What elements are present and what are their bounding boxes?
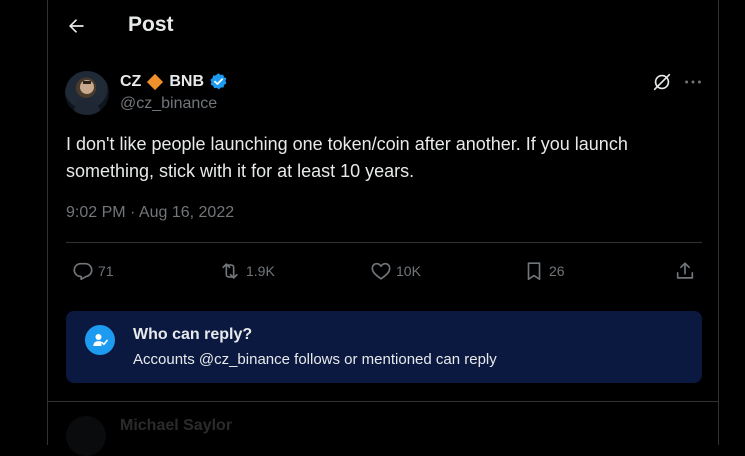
- avatar-portrait: [73, 80, 101, 115]
- divider: [66, 242, 702, 243]
- post-column: Post CZ BNB @cz_binance I don't like peo…: [47, 0, 719, 456]
- reply-restriction-title: Who can reply?: [133, 326, 253, 343]
- bookmark-button[interactable]: 26: [523, 258, 565, 284]
- author-name-suffix[interactable]: BNB: [169, 73, 204, 91]
- reply-count: 71: [98, 263, 114, 279]
- page-title: Post: [128, 13, 174, 36]
- action-bar: 71 1.9K 10K 26: [66, 258, 702, 284]
- repost-button[interactable]: 1.9K: [218, 258, 275, 284]
- bookmark-count: 26: [549, 263, 565, 279]
- diamond-icon: [147, 73, 164, 90]
- like-count: 10K: [396, 263, 421, 279]
- share-button[interactable]: [674, 258, 696, 284]
- repost-icon: [222, 263, 238, 279]
- grok-button[interactable]: [651, 71, 673, 93]
- more-options-icon: [685, 80, 701, 84]
- verified-badge-icon: [210, 73, 227, 90]
- avatar[interactable]: [66, 416, 106, 456]
- reply-icon: [73, 262, 93, 281]
- share-icon: [676, 262, 694, 279]
- author-name-prefix[interactable]: CZ: [120, 73, 141, 91]
- grok-icon: [653, 73, 671, 91]
- reply-restriction-badge: [85, 325, 115, 355]
- post-header: Post: [48, 0, 718, 52]
- next-reply-item[interactable]: Michael Saylor: [48, 401, 718, 456]
- reply-button[interactable]: 71: [72, 258, 114, 284]
- avatar[interactable]: [65, 71, 109, 115]
- more-options-button[interactable]: [682, 71, 704, 93]
- author-name-row[interactable]: CZ BNB: [120, 72, 228, 91]
- next-reply-author-name[interactable]: Michael Saylor: [120, 417, 232, 435]
- heart-icon: [371, 262, 391, 280]
- back-button[interactable]: [58, 8, 94, 44]
- reply-restriction-description: Accounts @cz_binance follows or mentione…: [133, 351, 497, 368]
- reply-restriction-box: Who can reply? Accounts @cz_binance foll…: [66, 311, 702, 383]
- author-handle[interactable]: @cz_binance: [120, 95, 217, 113]
- bookmark-icon: [527, 262, 541, 281]
- repost-count: 1.9K: [246, 263, 275, 279]
- like-button[interactable]: 10K: [370, 258, 421, 284]
- user-check-icon: [93, 334, 108, 346]
- tweet-timestamp[interactable]: 9:02 PM · Aug 16, 2022: [66, 204, 234, 222]
- arrow-left-icon: [69, 19, 84, 33]
- tweet-text: I don't like people launching one token/…: [66, 134, 628, 181]
